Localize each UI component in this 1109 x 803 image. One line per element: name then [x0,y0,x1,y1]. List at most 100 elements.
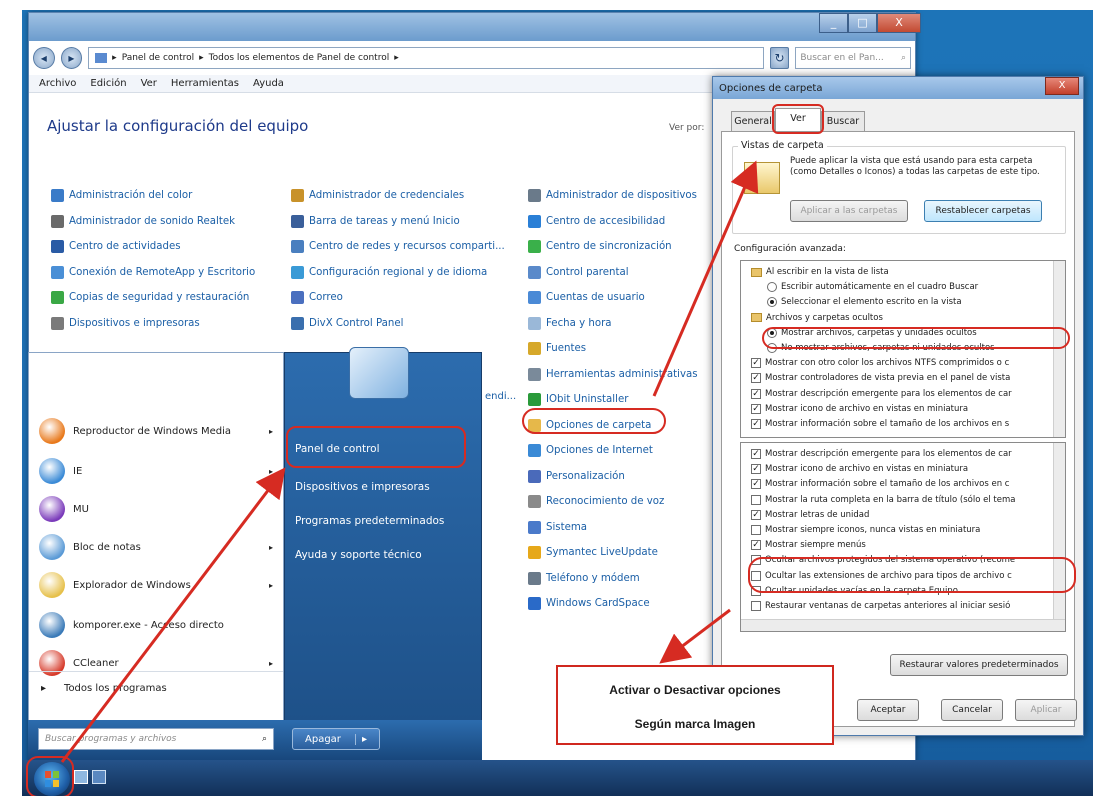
refresh-button[interactable]: ↻ [769,47,790,69]
radio-button[interactable] [767,282,777,293]
truncated-item-label[interactable]: endi... [485,391,516,402]
advanced-setting-row[interactable]: ✓ Mostrar descripción emergente para los … [745,447,1065,461]
control-panel-item[interactable]: Centro de sincronización [528,234,698,260]
start-menu-program[interactable]: IE ▸ [39,453,279,489]
control-panel-item[interactable]: Teléfono y módem [528,566,698,592]
tab-general[interactable]: General [731,111,775,131]
checkbox[interactable] [751,601,761,611]
control-panel-item[interactable]: DivX Control Panel [291,311,505,337]
advanced-setting-row[interactable]: ✓ Mostrar siempre menús [745,538,1065,552]
chevron-right-icon[interactable]: ▸ [355,733,367,745]
control-panel-item[interactable]: Copias de seguridad y restauración [51,285,255,311]
apply-button[interactable]: Aplicar [1015,699,1077,721]
advanced-setting-row[interactable]: ✓ Mostrar icono de archivo en vistas en m… [745,402,1065,416]
control-panel-item[interactable]: Opciones de Internet [528,438,698,464]
checkbox[interactable]: ✓ [751,540,761,551]
control-panel-item[interactable]: Administración del color [51,183,255,209]
advanced-setting-row[interactable]: Restaurar ventanas de carpetas anteriore… [745,599,1065,613]
cancel-button[interactable]: Cancelar [941,699,1003,721]
control-panel-item[interactable]: Dispositivos e impresoras [51,311,255,337]
start-menu-right-item[interactable]: Dispositivos e impresoras [295,481,430,493]
submenu-arrow-icon[interactable]: ▸ [269,581,273,590]
view-by-label[interactable]: Ver por: [669,123,704,133]
close-button[interactable]: X [877,13,921,33]
control-panel-item[interactable]: Herramientas administrativas [528,362,698,388]
start-menu-program[interactable]: Explorador de Windows ▸ [39,567,279,603]
advanced-setting-row[interactable]: ✓ Mostrar letras de unidad [745,508,1065,522]
minimize-button[interactable]: _ [819,13,848,33]
control-panel-item[interactable]: Administrador de sonido Realtek [51,209,255,235]
checkbox[interactable] [751,494,761,505]
advanced-setting-row[interactable]: ✓ Mostrar controladores de vista previa e… [745,371,1065,385]
checkbox[interactable]: ✓ [751,388,761,399]
submenu-arrow-icon[interactable]: ▸ [269,427,273,436]
advanced-setting-row[interactable]: ✓ Mostrar información sobre el tamaño de … [745,477,1065,491]
checkbox[interactable] [751,525,761,535]
advanced-setting-row[interactable]: Al escribir en la vista de lista [745,265,1065,279]
control-panel-item[interactable]: Symantec LiveUpdate [528,540,698,566]
reset-folders-button[interactable]: Restablecer carpetas [924,200,1042,222]
shutdown-button[interactable]: Apagar ▸ [292,728,380,750]
advanced-settings-list-bottom[interactable]: ✓ Mostrar descripción emergente para los … [740,442,1066,632]
start-menu-program[interactable]: CCleaner ▸ [39,645,279,681]
ok-button[interactable]: Aceptar [857,699,919,721]
restore-defaults-button[interactable]: Restaurar valores predeterminados [890,654,1068,676]
control-panel-item[interactable]: Administrador de dispositivos [528,183,698,209]
start-search-input[interactable]: Buscar programas y archivos ⌕ [38,728,274,750]
control-panel-item[interactable]: Centro de accesibilidad [528,209,698,235]
advanced-setting-row[interactable]: ✓ Mostrar icono de archivo en vistas en m… [745,462,1065,476]
advanced-setting-row[interactable]: Mostrar siempre iconos, nunca vistas en … [745,523,1065,537]
advanced-settings-list-top[interactable]: Al escribir en la vista de lista Escribir… [740,260,1066,438]
advanced-setting-row[interactable]: ✓ Mostrar descripción emergente para los … [745,387,1065,401]
show-windows-icon[interactable] [74,770,88,784]
start-menu-right-item[interactable]: Ayuda y soporte técnico [295,549,422,561]
advanced-setting-row[interactable]: Mostrar la ruta completa en la barra de … [745,493,1065,507]
explorer-taskbar-icon[interactable] [92,770,106,784]
menu-ayuda[interactable]: Ayuda [253,78,284,89]
control-panel-item[interactable]: Fecha y hora [528,311,698,337]
radio-button[interactable] [767,297,777,308]
advanced-setting-row[interactable]: Archivos y carpetas ocultos [745,311,1065,325]
checkbox[interactable]: ✓ [751,479,761,490]
control-panel-item[interactable]: Configuración regional y de idioma [291,260,505,286]
control-panel-item[interactable]: Personalización [528,464,698,490]
checkbox[interactable]: ✓ [751,358,761,369]
start-menu-program[interactable]: Bloc de notas ▸ [39,529,279,565]
address-bar[interactable]: ▸ Panel de control ▸ Todos los elementos… [88,47,764,69]
menu-edicion[interactable]: Edición [90,78,126,89]
checkbox[interactable]: ✓ [751,419,761,429]
control-panel-item[interactable]: Centro de actividades [51,234,255,260]
submenu-arrow-icon[interactable]: ▸ [269,543,273,552]
dialog-titlebar[interactable]: Opciones de carpeta [713,77,1083,99]
breadcrumb-item[interactable]: Panel de control [122,53,194,63]
advanced-setting-row[interactable]: ✓ Mostrar con otro color los archivos NTF… [745,356,1065,370]
maximize-button[interactable]: □ [848,13,877,33]
control-panel-item[interactable]: Windows CardSpace [528,591,698,617]
start-menu-program[interactable]: MU [39,491,279,527]
forward-button[interactable]: ▸ [60,47,83,69]
dialog-close-button[interactable]: X [1045,77,1079,95]
control-panel-item[interactable]: Fuentes [528,336,698,362]
apply-to-folders-button[interactable]: Aplicar a las carpetas [790,200,908,222]
control-panel-item[interactable]: Control parental [528,260,698,286]
advanced-setting-row[interactable]: ✓ Mostrar información sobre el tamaño de … [745,417,1065,431]
submenu-arrow-icon[interactable]: ▸ [269,467,273,476]
advanced-setting-row[interactable]: Seleccionar el elemento escrito en la vi… [745,295,1065,309]
tab-buscar[interactable]: Buscar [821,111,865,131]
control-panel-item[interactable]: Conexión de RemoteApp y Escritorio [51,260,255,286]
all-programs-item[interactable]: ▸ Todos los programas [41,683,167,694]
control-panel-item[interactable]: Sistema [528,515,698,541]
start-menu-right-item[interactable]: Programas predeterminados [295,515,444,527]
submenu-arrow-icon[interactable]: ▸ [269,659,273,668]
breadcrumb-item[interactable]: Todos los elementos de Panel de control [209,53,390,63]
menu-archivo[interactable]: Archivo [39,78,76,89]
start-menu-program[interactable]: Reproductor de Windows Media ▸ [39,413,279,449]
checkbox[interactable]: ✓ [751,403,761,414]
control-panel-item[interactable]: Reconocimiento de voz [528,489,698,515]
control-panel-item[interactable]: Administrador de credenciales [291,183,505,209]
vertical-scrollbar[interactable] [1053,261,1065,437]
horizontal-scrollbar[interactable] [741,619,1065,631]
control-panel-item[interactable]: Cuentas de usuario [528,285,698,311]
menu-ver[interactable]: Ver [141,78,157,89]
control-panel-item[interactable]: Centro de redes y recursos comparti... [291,234,505,260]
